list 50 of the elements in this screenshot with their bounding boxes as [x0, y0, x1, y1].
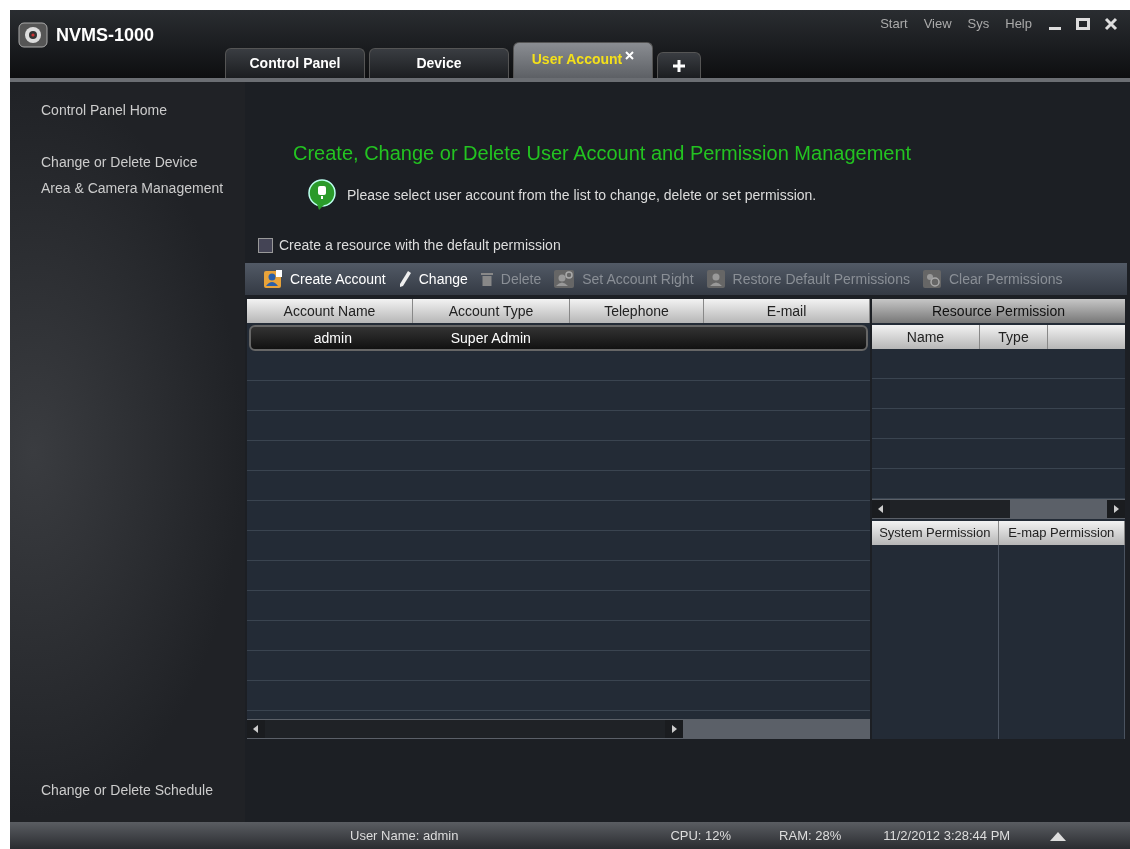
pencil-icon	[397, 270, 412, 288]
cpu-usage-text: CPU: 12%	[670, 828, 732, 843]
checkbox-label: Create a resource with the default permission	[279, 237, 561, 253]
column-header[interactable]: Type	[980, 325, 1048, 349]
menu-item[interactable]: Sys	[967, 16, 990, 31]
column-header[interactable]: Account Name	[247, 299, 413, 323]
trash-icon	[479, 271, 494, 287]
app-title: NVMS-1000	[56, 24, 155, 46]
checkbox[interactable]	[258, 237, 273, 253]
column-header[interactable]: Telephone	[570, 299, 704, 323]
camera-logo-icon	[18, 22, 48, 48]
sidebar-link[interactable]: Change or Delete Device	[41, 154, 245, 170]
user-block-icon	[921, 269, 942, 289]
user-name-text: User Name: admin	[350, 828, 459, 843]
menu-item[interactable]: View	[923, 16, 952, 31]
scroll-right-icon[interactable]	[665, 720, 683, 738]
close-icon[interactable]	[1104, 16, 1118, 31]
menu-item[interactable]: Start	[880, 16, 908, 31]
user-add-icon	[263, 269, 283, 289]
tab[interactable]: Control Panel	[225, 48, 365, 78]
change-button[interactable]: Change	[418, 271, 468, 287]
menu-item[interactable]: Help	[1005, 16, 1032, 31]
sidebar-link[interactable]: Control Panel Home	[41, 102, 245, 118]
column-header[interactable]: E-mail	[704, 299, 870, 323]
column-header[interactable]: System Permission	[872, 521, 999, 545]
user-gear-icon	[553, 269, 576, 289]
plus-icon	[673, 60, 685, 72]
scroll-right-icon[interactable]	[1107, 500, 1125, 518]
sidebar-link[interactable]: Area & Camera Management	[41, 180, 245, 196]
page-heading: Create, Change or Delete User Account and Permission Management	[293, 142, 913, 165]
horizontal-scrollbar[interactable]	[247, 719, 870, 739]
scroll-left-icon[interactable]	[247, 720, 265, 738]
create-button[interactable]: Create Account	[290, 271, 386, 287]
column-header[interactable]: E-map Permission	[998, 521, 1125, 545]
panel-header: Resource Permission	[872, 299, 1125, 323]
maximize-icon[interactable]	[1076, 16, 1090, 31]
ram-usage-text: RAM: 28%	[779, 828, 842, 843]
instruction-text: Please select user account from the list to change, delete or set permission.	[347, 187, 817, 203]
tab[interactable]: Device	[369, 48, 509, 78]
triangle-up-icon[interactable]	[1050, 830, 1067, 841]
scroll-left-icon[interactable]	[872, 500, 890, 518]
horizontal-scrollbar[interactable]	[872, 499, 1125, 519]
new-tab-button[interactable]	[657, 52, 701, 78]
column-header[interactable]: Account Type	[413, 299, 570, 323]
sidebar-link[interactable]: Change or Delete Schedule	[41, 782, 245, 798]
table-row[interactable]: admin Super Admin	[249, 325, 868, 351]
info-bubble-icon	[305, 179, 339, 211]
user-icon	[705, 269, 726, 289]
date-time-text: 11/2/2012 3:28:44 PM	[883, 828, 1011, 843]
column-header[interactable]: Name	[872, 325, 980, 349]
